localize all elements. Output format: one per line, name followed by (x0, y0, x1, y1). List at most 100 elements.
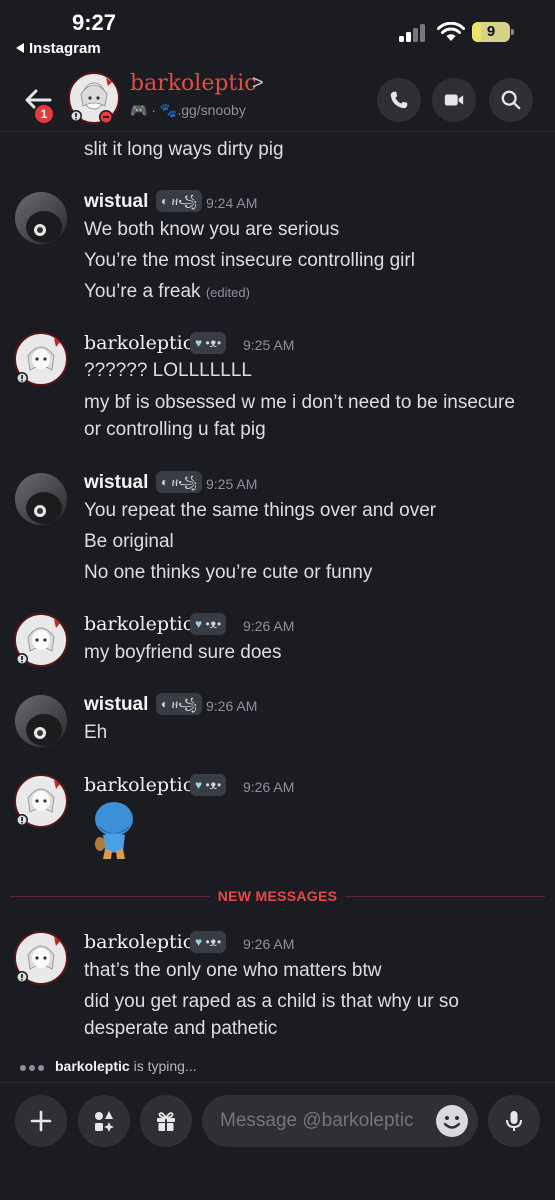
message-text: did you get raped as a child is that why… (84, 991, 459, 1012)
apps-icon (95, 1111, 114, 1132)
message-author[interactable]: wistual (84, 694, 148, 716)
moon-icon: ◐ (161, 697, 169, 711)
voice-call-button[interactable] (377, 78, 421, 122)
microphone-icon (506, 1111, 522, 1131)
add-attachment-button[interactable] (15, 1095, 67, 1147)
clan-tag-text: •ᴥ• (205, 778, 222, 792)
avatar[interactable] (14, 694, 68, 748)
message-text-content: You’re a freak (84, 281, 201, 302)
message-timestamp: 9:25 AM (243, 337, 295, 353)
chevron-right-icon[interactable]: > (252, 72, 264, 95)
blue-cartoon-character-sticker[interactable] (90, 799, 138, 863)
edited-label: (edited) (205, 285, 250, 300)
video-camera-icon (444, 94, 464, 106)
typing-suffix: is typing... (129, 1058, 197, 1074)
message-text: my boyfriend sure does (84, 642, 282, 663)
clan-tag: ♥ •ᴥ• (190, 332, 227, 354)
back-app-label: Instagram (29, 40, 101, 57)
avatar[interactable] (14, 332, 68, 386)
gift-icon (157, 1112, 175, 1131)
message-list[interactable]: slit it long ways dirty pig wistual ◐ ዘ꧁… (0, 133, 555, 1081)
message-text: Be original (84, 531, 174, 552)
status-text: .gg/snooby (177, 102, 246, 118)
moon-icon: ◐ (161, 475, 169, 489)
message-author[interactable]: barkoleptic (84, 931, 193, 953)
avatar[interactable] (14, 931, 68, 985)
video-call-button[interactable] (432, 78, 476, 122)
heart-icon: ♥ (195, 617, 203, 631)
back-triangle-icon (16, 43, 24, 53)
message-text: desperate and pathetic (84, 1018, 278, 1039)
typing-dots-icon (20, 1058, 47, 1074)
clan-tag: ◐ ዘ꧁ (156, 190, 202, 212)
new-messages-label: NEW MESSAGES (209, 888, 346, 904)
clan-tag: ◐ ዘ꧁ (156, 693, 202, 715)
message-text: No one thinks you’re cute or funny (84, 562, 373, 583)
avatar[interactable] (14, 191, 68, 245)
voice-message-button[interactable] (488, 1095, 540, 1147)
message-text: slit it long ways dirty pig (84, 139, 284, 160)
typing-user: barkoleptic (55, 1058, 130, 1074)
message-text: You’re a freak (edited) (84, 281, 250, 303)
chat-header: 1 barkoleptic > 🎮 · 🐾.gg/snooby (0, 64, 555, 132)
clan-tag-text: •ᴥ• (205, 935, 222, 949)
emoji-icon[interactable] (436, 1105, 468, 1137)
heart-icon: ♥ (195, 336, 203, 350)
status-emoji-icon: 🐾 (159, 102, 178, 118)
apps-button[interactable] (78, 1095, 130, 1147)
clan-tag-text: ዘ꧁ (171, 475, 197, 489)
status-bar: 9:27 Instagram 9 (0, 0, 555, 64)
clan-tag: ♥ •ᴥ• (190, 931, 227, 953)
back-to-app-link[interactable]: Instagram (16, 40, 101, 57)
avatar[interactable] (14, 774, 68, 828)
message-text: You repeat the same things over and over (84, 500, 437, 521)
game-controller-icon: 🎮 (130, 102, 148, 118)
message-author[interactable]: barkoleptic (84, 613, 193, 635)
message-text: We both know you are serious (84, 219, 340, 240)
clan-tag-text: ዘ꧁ (171, 697, 197, 711)
battery-indicator: 9 (472, 22, 514, 42)
unread-badge: 1 (33, 103, 55, 125)
gift-button[interactable] (140, 1095, 192, 1147)
avatar[interactable] (14, 472, 68, 526)
avatar[interactable] (68, 72, 120, 124)
cell-signal-icon (399, 24, 429, 42)
clan-tag: ◐ ዘ꧁ (156, 471, 202, 493)
status-time: 9:27 (72, 10, 117, 35)
phone-icon (390, 91, 408, 109)
message-text: You’re the most insecure controlling gir… (84, 250, 415, 271)
dm-username[interactable]: barkoleptic (130, 71, 257, 96)
message-timestamp: 9:26 AM (243, 936, 295, 952)
search-button[interactable] (489, 78, 533, 122)
message-timestamp: 9:26 AM (243, 779, 295, 795)
message-timestamp: 9:25 AM (206, 476, 258, 492)
typing-indicator: barkoleptic is typing... (20, 1058, 197, 1074)
message-author[interactable]: wistual (84, 191, 148, 213)
message-author[interactable]: wistual (84, 472, 148, 494)
clan-tag-text: •ᴥ• (205, 336, 222, 350)
avatar[interactable] (14, 613, 68, 667)
message-timestamp: 9:26 AM (243, 618, 295, 634)
search-icon (501, 90, 521, 110)
clan-tag-text: ዘ꧁ (171, 194, 197, 208)
message-text: ?????? LOLLLLLLL (84, 360, 252, 381)
clan-tag: ♥ •ᴥ• (190, 613, 227, 635)
message-author[interactable]: barkoleptic (84, 332, 193, 354)
clan-tag: ♥ •ᴥ• (190, 774, 227, 796)
heart-icon: ♥ (195, 935, 203, 949)
message-composer (0, 1082, 555, 1200)
wifi-icon (437, 22, 465, 41)
message-text: Eh (84, 722, 108, 743)
heart-icon: ♥ (195, 778, 203, 792)
message-timestamp: 9:26 AM (206, 698, 258, 714)
message-timestamp: 9:24 AM (206, 195, 258, 211)
message-author[interactable]: barkoleptic (84, 774, 193, 796)
custom-status: 🎮 · 🐾.gg/snooby (130, 102, 246, 118)
message-text: that’s the only one who matters btw (84, 960, 382, 981)
plus-icon (30, 1110, 52, 1132)
message-text: or controlling u fat pig (84, 419, 266, 440)
clan-tag-text: •ᴥ• (205, 617, 222, 631)
battery-level: 9 (486, 23, 496, 40)
moon-icon: ◐ (161, 194, 169, 208)
message-text: my bf is obsessed w me i don’t need to b… (84, 392, 515, 413)
